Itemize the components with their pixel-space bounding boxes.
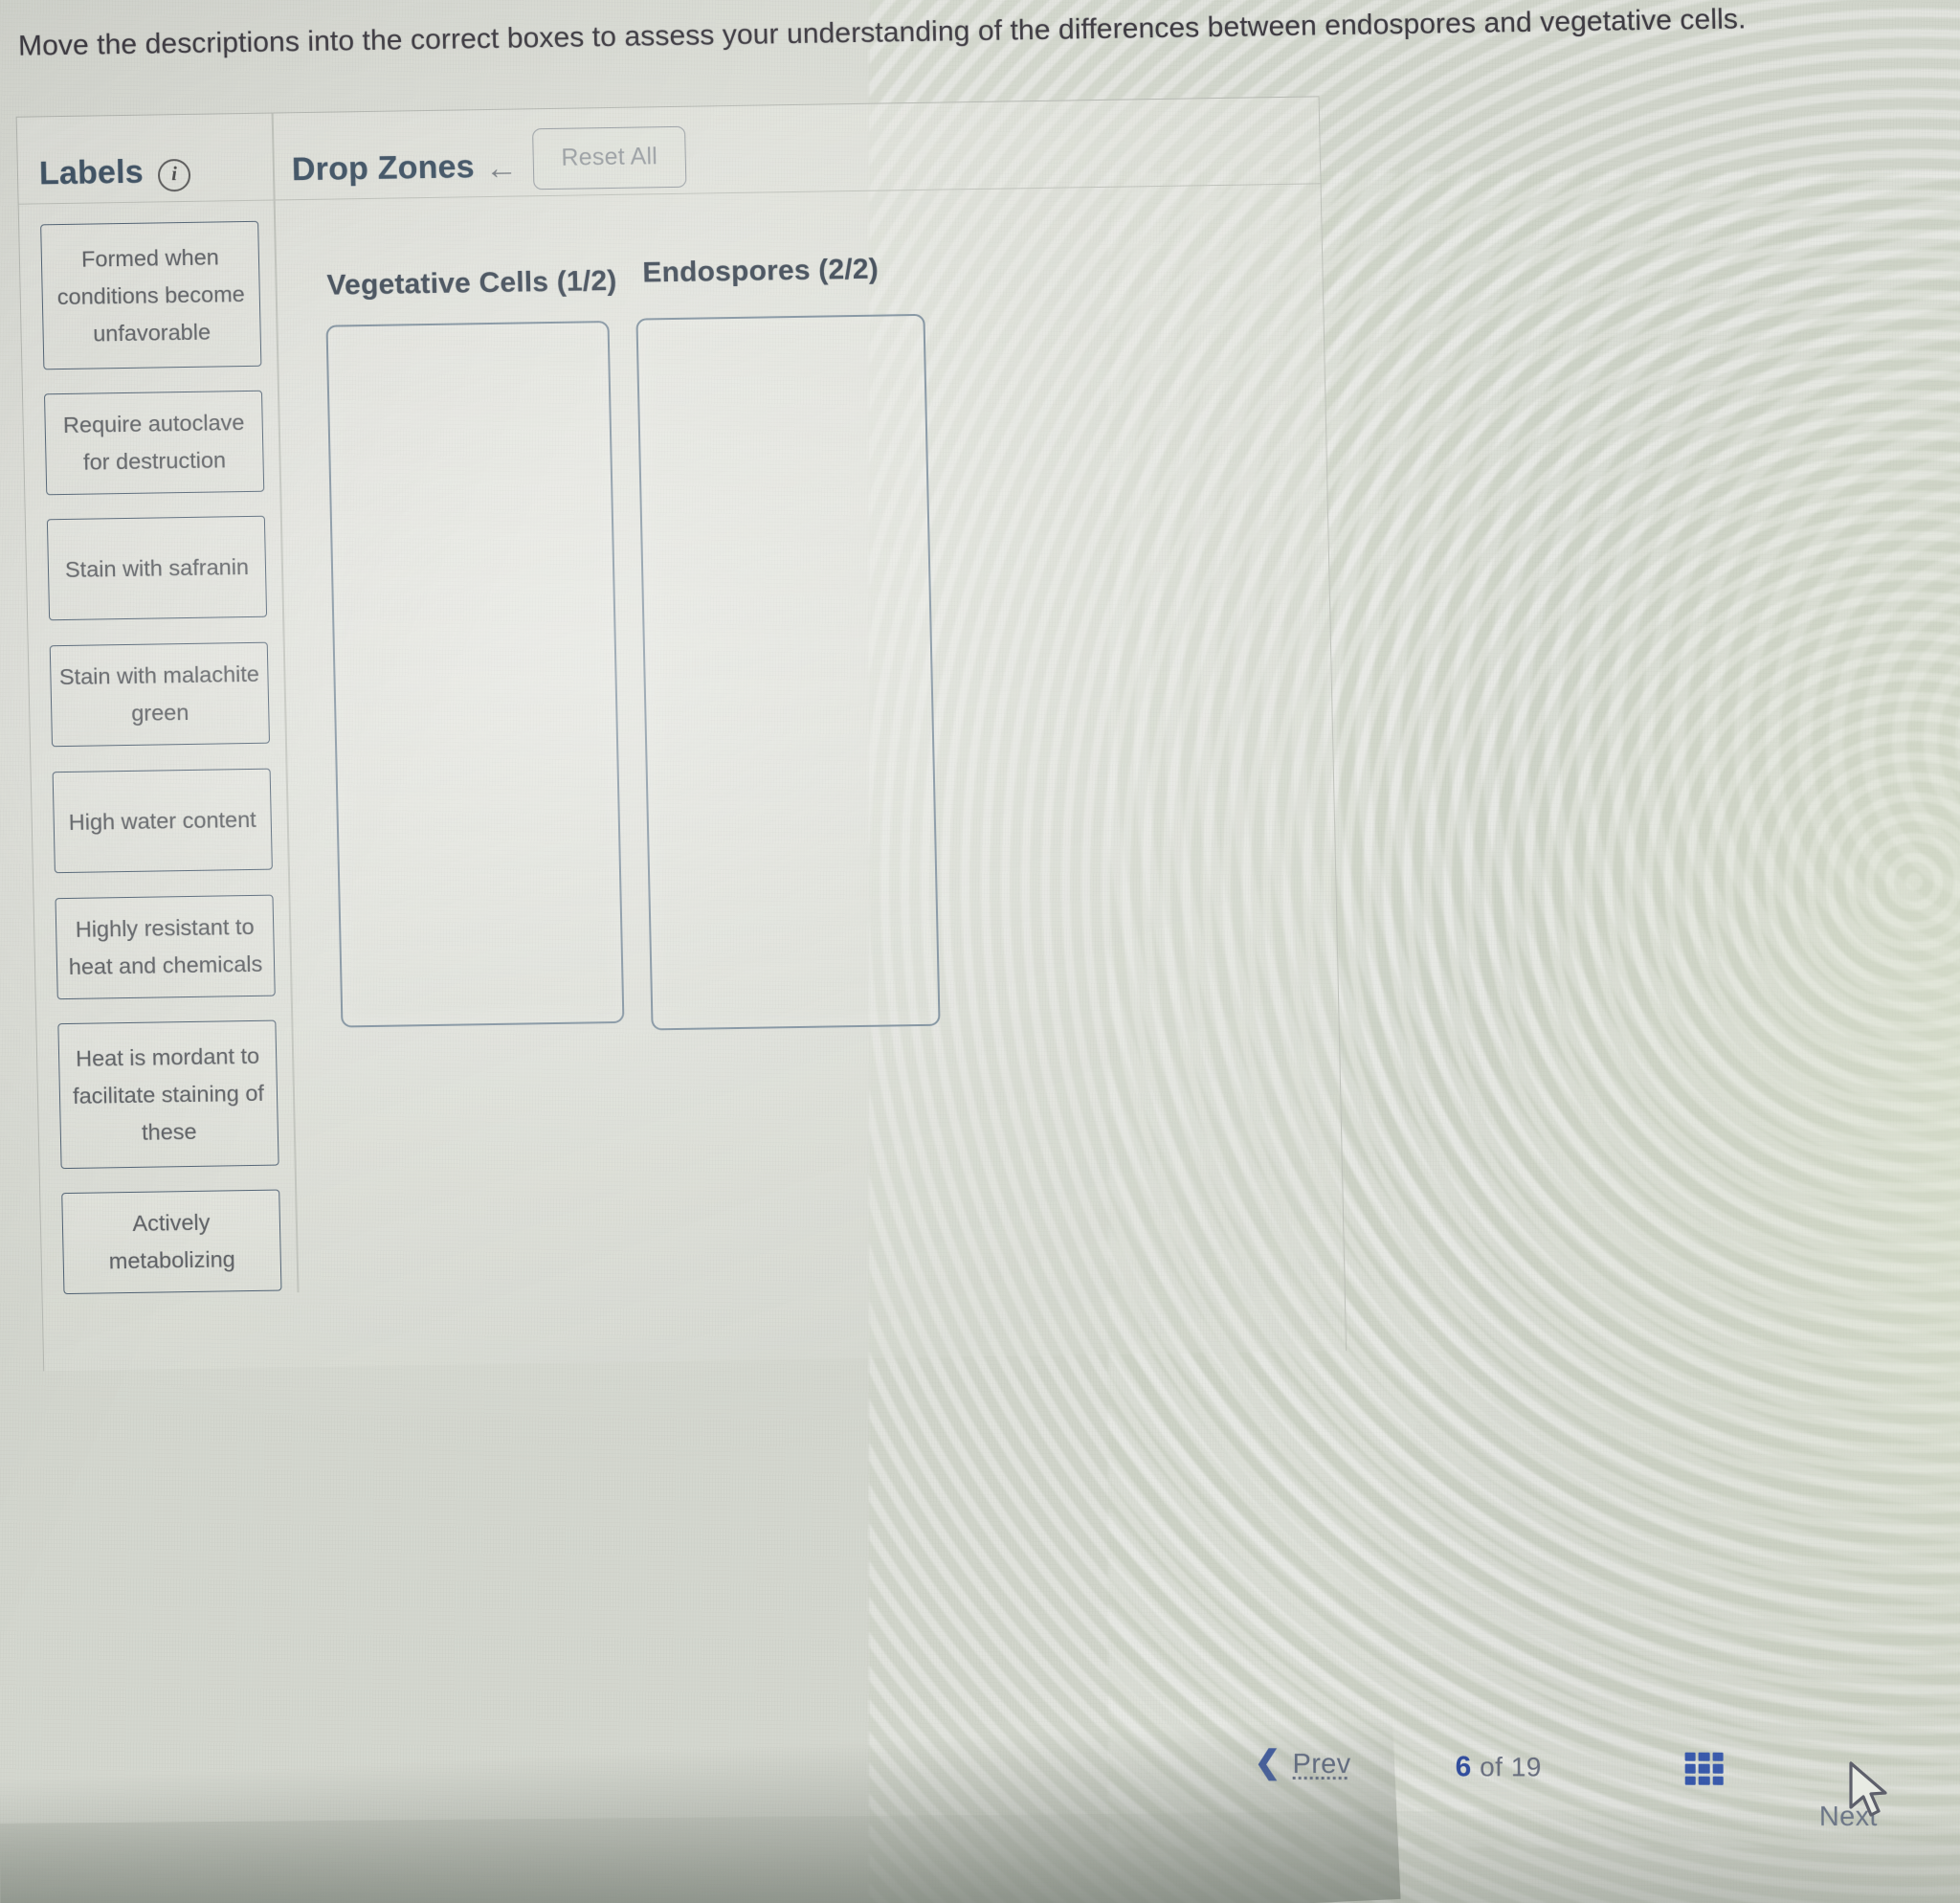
drop-zone-title-vegetative-cells: Vegetative Cells (1/2) (326, 264, 617, 302)
undo-arrow-icon[interactable]: ← (485, 150, 523, 188)
question-prompt: Move the descriptions into the correct b… (17, 3, 1747, 62)
bottom-navigation-bar: ❮ Prev 6 of 19 Next (1014, 1708, 1960, 1832)
mouse-cursor (1849, 1761, 1887, 1817)
screen-photo-background: Move the descriptions into the correct b… (0, 0, 1960, 1903)
draggable-label[interactable]: Stain with safranin (46, 515, 268, 621)
draggable-label[interactable]: Stain with malachite green (49, 641, 271, 748)
draggable-label[interactable]: Heat is mordant to facilitate staining o… (57, 1019, 279, 1170)
prev-button[interactable]: Prev (1293, 1749, 1351, 1780)
draggable-label[interactable]: Highly resistant to heat and chemicals (55, 894, 276, 1000)
draggable-label[interactable]: High water content (52, 768, 273, 874)
drop-zone-vegetative-cells[interactable] (325, 321, 625, 1028)
info-icon[interactable]: i (157, 158, 191, 192)
activity-card: Labels i Drop Zones ← Reset All Formed w… (15, 96, 1348, 1372)
draggable-label[interactable]: Formed when conditions become unfavorabl… (40, 220, 262, 370)
total-page-number: 19 (1510, 1752, 1542, 1782)
grid-menu-icon[interactable] (1684, 1752, 1724, 1785)
chevron-left-icon[interactable]: ❮ (1254, 1743, 1281, 1780)
drop-zones-panel-title: Drop Zones (291, 148, 476, 189)
reset-all-button[interactable]: Reset All (532, 125, 687, 190)
current-page-number: 6 (1455, 1751, 1472, 1783)
of-label: of (1480, 1752, 1503, 1782)
drop-zone-title-endospores: Endospores (2/2) (642, 253, 880, 289)
draggable-label[interactable]: Actively metabolizing (61, 1189, 282, 1295)
drop-zones-area: Vegetative Cells (1/2) Endospores (2/2) (276, 185, 1345, 1292)
labels-panel-title: Labels (38, 153, 145, 192)
web-page-content: Move the descriptions into the correct b… (0, 0, 1960, 1903)
draggable-label[interactable]: Require autoclave for destruction (43, 390, 265, 496)
labels-list: Formed when conditions become unfavorabl… (19, 202, 298, 1297)
page-counter: 6 of 19 (1456, 1751, 1542, 1783)
drop-zone-endospores[interactable] (635, 313, 941, 1031)
